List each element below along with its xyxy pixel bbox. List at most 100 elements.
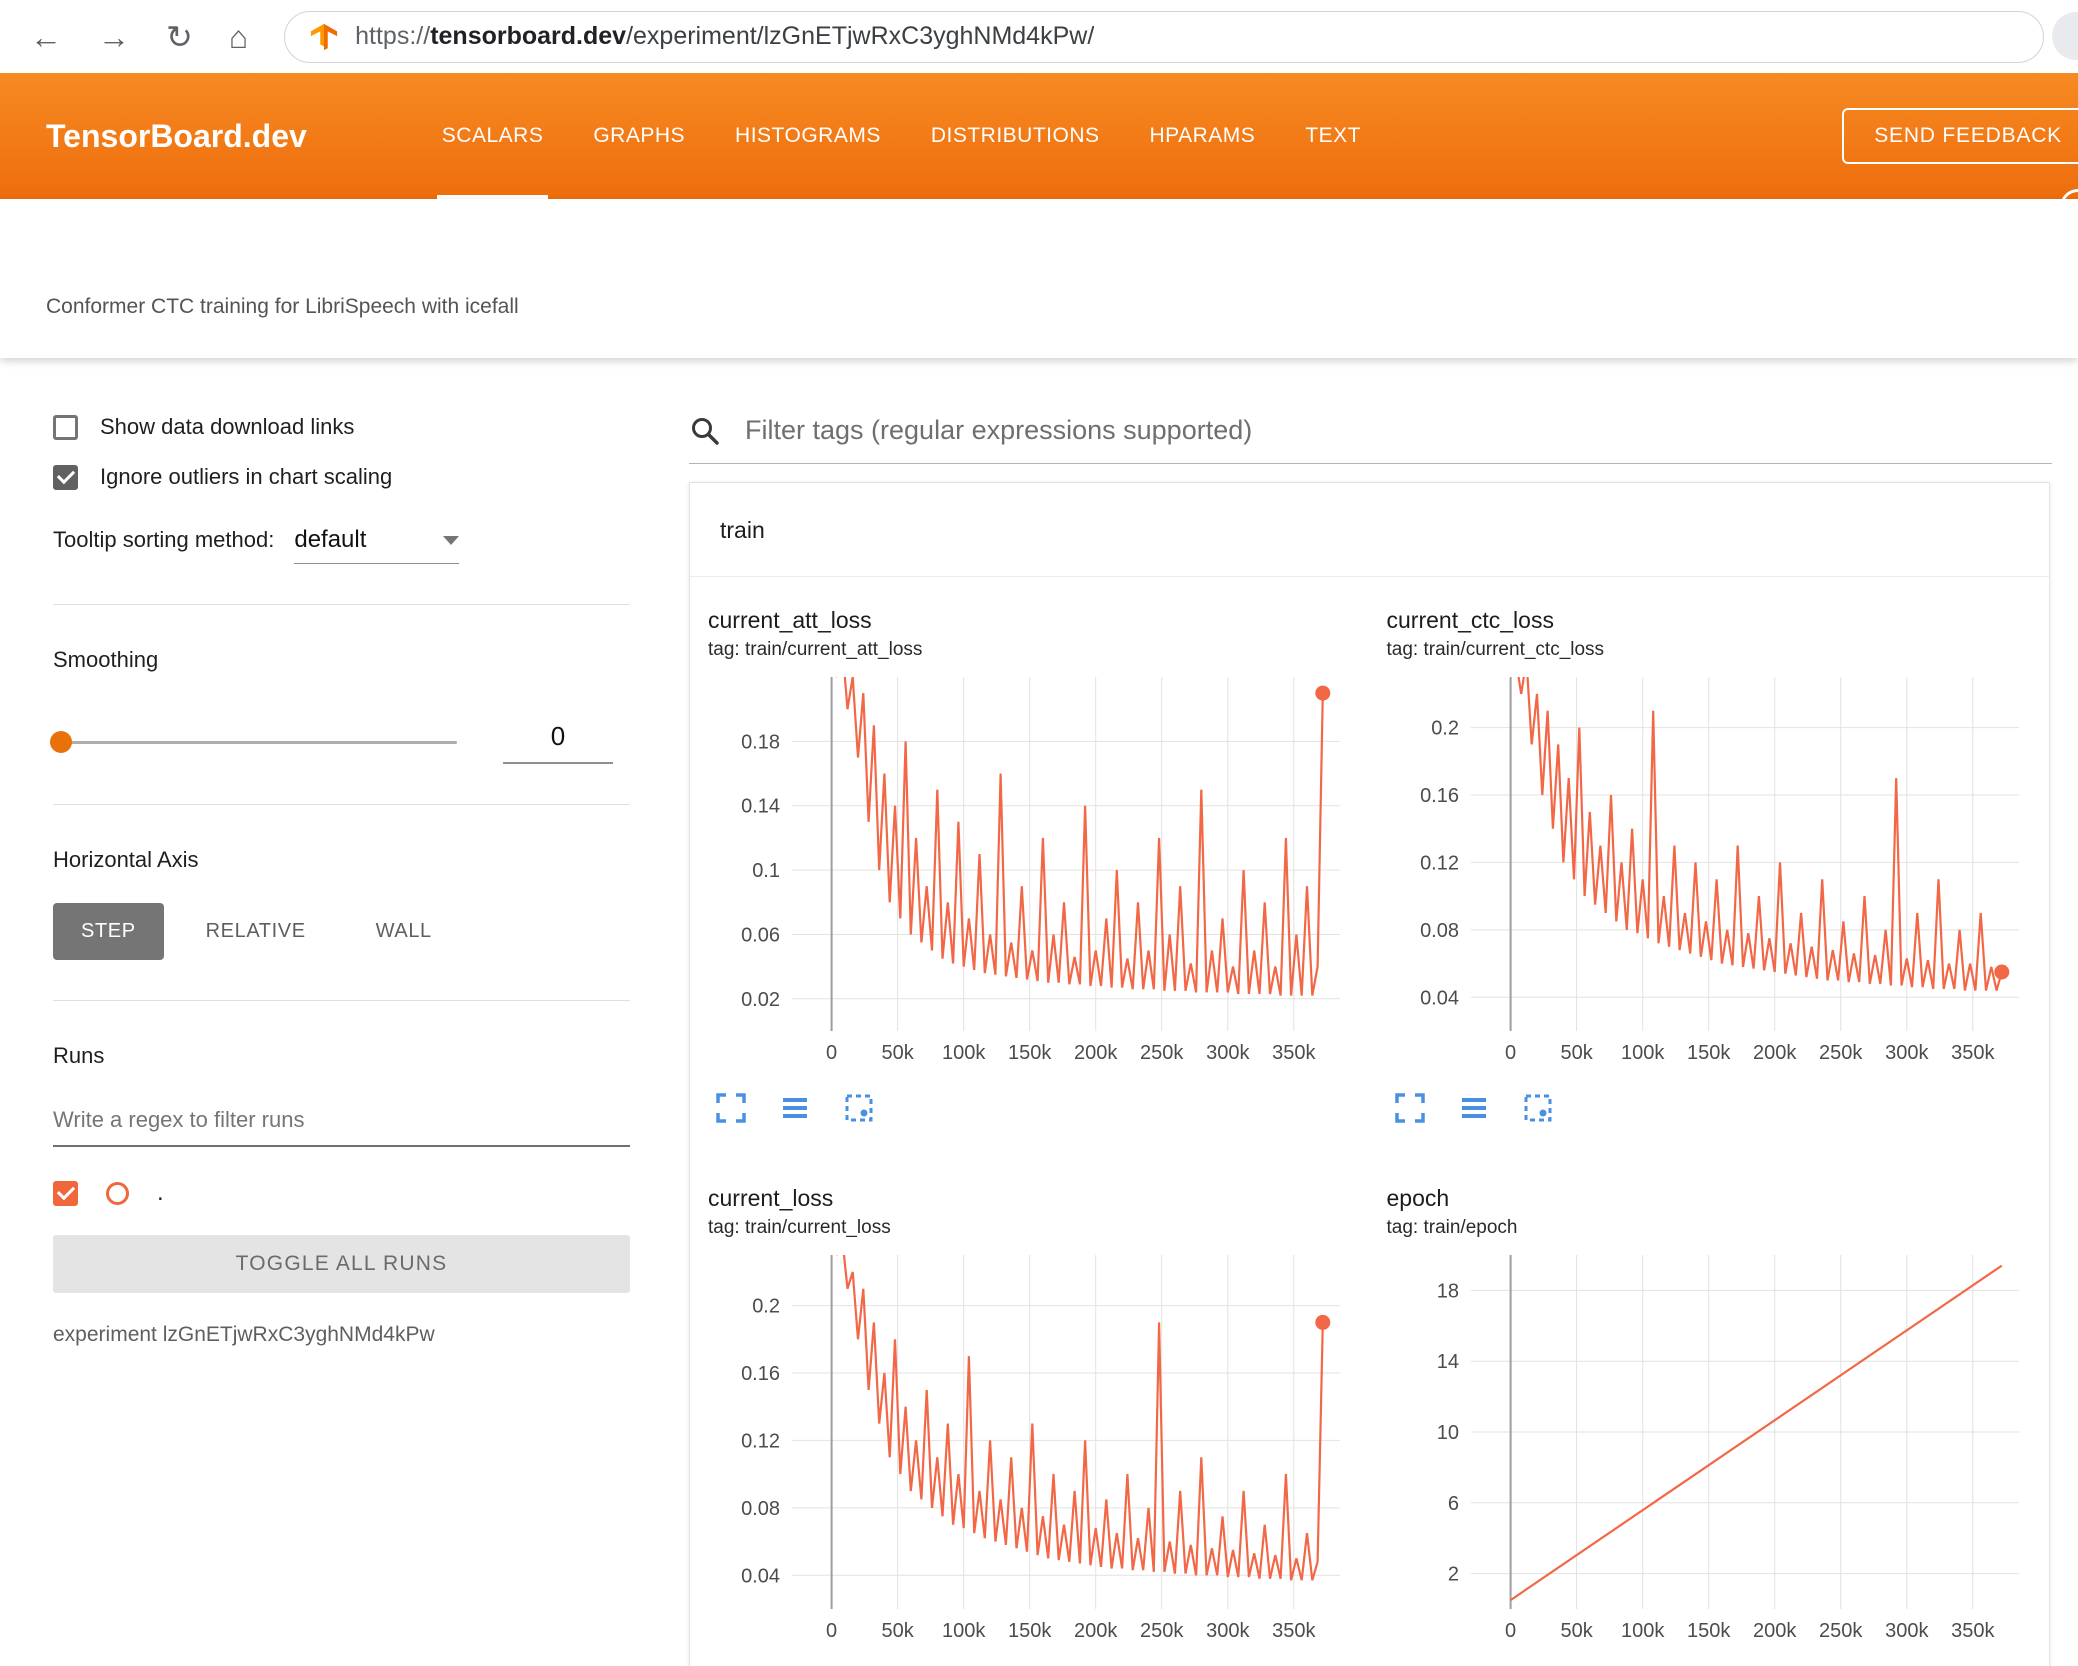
sidebar: Show data download links Ignore outliers… [0, 358, 650, 1666]
smoothing-row: 0 [50, 721, 630, 764]
smoothing-label: Smoothing [53, 647, 159, 672]
svg-text:0: 0 [826, 1620, 837, 1642]
svg-text:0.1: 0.1 [752, 860, 780, 882]
tooltip-sorting-value: default [294, 526, 367, 553]
chart-toolbar [1387, 1091, 2040, 1125]
help-icon[interactable] [2060, 189, 2078, 199]
filter-tags-input[interactable] [743, 414, 2052, 447]
smoothing-slider[interactable] [50, 731, 457, 753]
tab-scalars[interactable]: SCALARS [417, 73, 569, 199]
tab-distributions[interactable]: DISTRIBUTIONS [906, 73, 1125, 199]
toggle-all-runs-button[interactable]: TOGGLE ALL RUNS [53, 1235, 630, 1293]
chart-tag: tag: train/epoch [1386, 1217, 1518, 1238]
run-color-icon[interactable] [106, 1181, 129, 1205]
tab-hparams[interactable]: HPARAMS [1125, 73, 1281, 199]
chart-panel: current_att_loss tag: train/current_att_… [708, 607, 1361, 1125]
chart-title: epoch [1386, 1185, 1450, 1211]
svg-text:10: 10 [1436, 1422, 1458, 1444]
svg-text:0.16: 0.16 [741, 1363, 780, 1385]
svg-text:100k: 100k [942, 1620, 986, 1642]
chart-panel: current_loss tag: train/current_loss 0.0… [708, 1185, 1361, 1666]
runs-filter-input[interactable] [53, 1095, 630, 1147]
home-icon[interactable]: ⌂ [229, 21, 248, 53]
fit-domain-icon[interactable] [842, 1091, 876, 1125]
back-arrow-icon[interactable]: ← [30, 21, 62, 53]
expand-chart-icon[interactable] [1393, 1091, 1427, 1125]
axis-wall-button[interactable]: WALL [348, 903, 460, 960]
line-chart[interactable]: 0.02 0.06 0.1 0.14 0.18 0 50k 100k 150k 200k 250k 3… [708, 671, 1358, 1071]
main-panel: train current_att_loss tag: train/curren… [650, 358, 2078, 1666]
chevron-down-icon [443, 535, 460, 545]
line-chart[interactable]: 2 6 10 14 18 0 50k 100k 150k 200k 250k 300k 350k [1387, 1249, 2037, 1649]
show-download-links-label: Show data download links [100, 414, 355, 439]
chart-toolbar [708, 1091, 1361, 1125]
run-visibility-checkbox[interactable] [53, 1180, 78, 1206]
svg-text:150k: 150k [1687, 1620, 1731, 1642]
svg-text:0: 0 [1505, 1042, 1516, 1064]
toggle-y-axis-icon[interactable] [778, 1091, 812, 1125]
chart-title: current_att_loss [708, 607, 872, 633]
tab-graphs[interactable]: GRAPHS [568, 73, 710, 199]
chart-panel: current_ctc_loss tag: train/current_ctc_… [1387, 607, 2040, 1125]
svg-text:0.16: 0.16 [1420, 785, 1459, 807]
svg-text:0.12: 0.12 [1420, 852, 1459, 874]
tooltip-sorting-row: Tooltip sorting method: default [53, 526, 630, 564]
svg-text:0.14: 0.14 [741, 796, 780, 818]
toggle-y-axis-icon[interactable] [1457, 1091, 1491, 1125]
svg-text:250k: 250k [1140, 1620, 1184, 1642]
tooltip-sorting-select[interactable]: default [294, 526, 460, 564]
send-feedback-button[interactable]: SEND FEEDBACK [1842, 108, 2078, 164]
show-download-links-checkbox[interactable] [53, 414, 78, 440]
url-bar[interactable]: https://tensorboard.dev/experiment/lzGnE… [284, 10, 2044, 63]
line-chart[interactable]: 0.04 0.08 0.12 0.16 0.2 0 50k 100k 150k 200k 250k 3… [708, 1249, 1358, 1649]
svg-text:300k: 300k [1206, 1620, 1250, 1642]
tensorboard-logo-icon [309, 22, 339, 52]
top-nav: SCALARS GRAPHS HISTOGRAMS DISTRIBUTIONS … [417, 73, 1386, 199]
fit-domain-icon[interactable] [1521, 1091, 1555, 1125]
chart-tag: tag: train/current_att_loss [708, 639, 923, 660]
svg-text:0.04: 0.04 [741, 1565, 780, 1587]
tab-text[interactable]: TEXT [1280, 73, 1386, 199]
svg-text:200k: 200k [1074, 1620, 1118, 1642]
svg-text:50k: 50k [881, 1620, 914, 1642]
runs-label: Runs [53, 1043, 105, 1068]
tab-histograms[interactable]: HISTOGRAMS [710, 73, 906, 199]
browser-avatar[interactable] [2052, 12, 2078, 60]
chart-title: current_ctc_loss [1386, 607, 1554, 633]
svg-text:6: 6 [1447, 1493, 1458, 1515]
svg-text:100k: 100k [1621, 1042, 1665, 1064]
divider [53, 1000, 630, 1001]
svg-text:300k: 300k [1206, 1042, 1250, 1064]
axis-step-button[interactable]: STEP [53, 903, 164, 960]
svg-text:0.2: 0.2 [752, 1296, 780, 1318]
ignore-outliers-checkbox[interactable] [53, 464, 78, 490]
svg-text:0.12: 0.12 [741, 1430, 780, 1452]
svg-text:350k: 350k [1272, 1042, 1316, 1064]
smoothing-value-input[interactable]: 0 [503, 721, 613, 764]
forward-arrow-icon[interactable]: → [98, 21, 130, 53]
svg-text:0.04: 0.04 [1420, 987, 1459, 1009]
url-text: https://tensorboard.dev/experiment/lzGnE… [355, 22, 1095, 50]
expand-chart-icon[interactable] [714, 1091, 748, 1125]
svg-text:250k: 250k [1140, 1042, 1184, 1064]
svg-text:300k: 300k [1885, 1620, 1929, 1642]
chart-panel: epoch tag: train/epoch 2 6 10 14 18 0 50k 100k 1… [1387, 1185, 2040, 1666]
train-section-card: train current_att_loss tag: train/curren… [689, 482, 2050, 1666]
section-title[interactable]: train [690, 483, 2049, 577]
line-chart[interactable]: 0.04 0.08 0.12 0.16 0.2 0 50k 100k 150k 200k 250k 3… [1387, 671, 2037, 1071]
brand-title: TensorBoard.dev [46, 117, 307, 154]
show-download-links-row: Show data download links [53, 414, 630, 440]
chart-tag: tag: train/current_ctc_loss [1386, 639, 1605, 660]
reload-icon[interactable]: ↻ [166, 21, 193, 53]
svg-text:0.02: 0.02 [741, 989, 780, 1011]
smoothing-slider-thumb[interactable] [50, 731, 72, 753]
browser-chrome: ← → ↻ ⌂ https://tensorboard.dev/experime… [0, 0, 2078, 73]
svg-text:50k: 50k [881, 1042, 914, 1064]
svg-text:350k: 350k [1951, 1620, 1995, 1642]
content: Show data download links Ignore outliers… [0, 358, 2078, 1666]
horizontal-axis-label: Horizontal Axis [53, 847, 199, 872]
svg-text:18: 18 [1436, 1280, 1458, 1302]
divider [53, 804, 630, 805]
axis-relative-button[interactable]: RELATIVE [178, 903, 334, 960]
svg-text:100k: 100k [942, 1042, 986, 1064]
